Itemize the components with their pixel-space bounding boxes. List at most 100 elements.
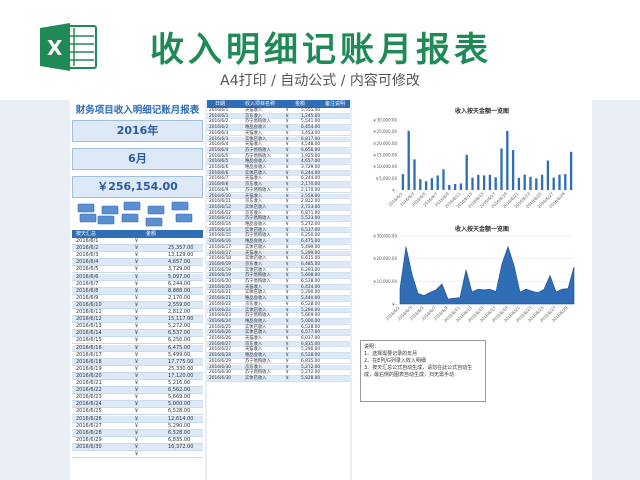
summary-currency: ￥	[134, 337, 140, 344]
summary-amount: 8,888.00	[168, 287, 191, 294]
summary-row: 2016/6/2 ￥ 25,357.00	[72, 245, 203, 253]
bar	[459, 183, 463, 190]
summary-currency: ￥	[134, 301, 140, 308]
summary-row: 2016/6/28 ￥ 6,528.00	[72, 429, 203, 437]
bar	[419, 179, 422, 190]
summary-header: 按天汇总 金额	[72, 230, 203, 238]
summary-row: 2016/6/18 ￥ 17,775.00	[72, 358, 203, 366]
summary-header-amount: 金额	[146, 231, 157, 237]
summary-amount: 5,097.00	[168, 273, 191, 280]
bar	[413, 159, 416, 190]
summary-amount: 6,244.00	[168, 280, 191, 287]
summary-currency: ￥	[134, 238, 140, 244]
total-cell: ￥256,154.00	[72, 176, 203, 198]
area-chart: ￥30,000.00￥20,000.00￥10,000.00￥-2016/6/1…	[373, 234, 575, 323]
summary-amount: 15,117.00	[168, 316, 194, 323]
area-ytick-label: ￥30,000.00	[373, 234, 398, 239]
bar	[424, 181, 428, 190]
summary-row: 2016/6/25 ￥ 6,528.00	[72, 408, 203, 416]
summary-currency: ￥	[134, 259, 140, 266]
year-cell[interactable]: 2016年	[72, 120, 203, 142]
summary-date: 2016/6/13	[76, 323, 102, 330]
summary-amount: 6,475.00	[168, 344, 191, 351]
summary-row: 2016/6/9 ￥ 2,170.00	[72, 295, 203, 302]
bar	[494, 177, 497, 190]
summary-amount: 3,729.00	[168, 266, 191, 273]
summary-currency: ￥	[134, 380, 140, 386]
summary-currency: ￥	[134, 429, 140, 436]
area-ytick-label: ￥20,000.00	[373, 256, 398, 261]
summary-currency: ￥	[134, 394, 140, 401]
summary-row: 2016/6/8 ￥ 8,888.00	[72, 287, 203, 295]
summary-row: 2016/6/20 ￥ 17,120.00	[72, 372, 203, 380]
bar	[448, 184, 451, 190]
summary-currency: ￥	[134, 451, 140, 457]
bar	[442, 169, 445, 190]
summary-row: 2016/6/21 ￥ 5,216.00	[72, 380, 203, 388]
summary-date: 2016/6/25	[76, 408, 102, 415]
summary-panel: 财务项目收入明细记账月报表 2016年 6月 ￥256,154.00 按天汇总 …	[70, 100, 205, 480]
detail-item: 实体店收入	[245, 375, 267, 381]
summary-amount: 2,559.00	[168, 301, 191, 308]
bar	[401, 174, 405, 190]
detail-header-note: 备注说明	[325, 101, 346, 107]
summary-currency: ￥	[134, 365, 140, 372]
page-title: 收入明细记账月报表	[150, 30, 492, 70]
summary-row: 2016/6/30 ￥ 16,372.00	[72, 443, 203, 451]
summary-row: 2016/6/22 ￥ 6,562.00	[72, 387, 203, 395]
summary-date: 2016/6/24	[76, 401, 102, 408]
summary-amount: 6,250.00	[168, 337, 191, 344]
bar	[558, 174, 561, 190]
bar	[529, 176, 532, 190]
summary-amount: 6,835.00	[168, 436, 191, 443]
bar	[569, 151, 573, 190]
summary-amount: 5,290.00	[168, 422, 191, 429]
note-line: 成，最右侧的图表自动生成，扫无需手动	[364, 372, 455, 378]
summary-date: 2016/6/30	[76, 443, 102, 450]
summary-row: 2016/6/29 ￥ 6,835.00	[72, 437, 203, 444]
bar	[436, 175, 439, 190]
summary-currency: ￥	[134, 344, 140, 351]
summary-currency: ￥	[134, 245, 140, 252]
detail-header-date: 日期	[215, 101, 226, 107]
month-cell[interactable]: 6月	[72, 148, 203, 170]
summary-amount: 6,562.00	[168, 387, 191, 394]
excel-icon: X	[40, 23, 97, 71]
summary-row: 2016/6/13 ￥ 5,272.00	[72, 323, 203, 331]
summary-row: 2016/6/10 ￥ 2,559.00	[72, 301, 203, 309]
summary-amount: 12,614.00	[168, 415, 194, 422]
summary-currency: ￥	[134, 330, 140, 337]
summary-row: 2016/6/19 ￥ 25,330.00	[72, 366, 203, 373]
summary-date: 2016/6/16	[76, 344, 102, 351]
bar	[540, 174, 544, 190]
detail-row[interactable]: 2016/6/30 实体店收入 ￥ 5,828.00	[207, 375, 350, 382]
summary-date: 2016/6/14	[76, 330, 102, 337]
charts-panel: 收入按天金额一览图 ￥30,000.00 ￥25,000.00 ￥20,000.00…	[352, 100, 592, 480]
bar	[552, 177, 555, 190]
summary-date: 2016/6/4	[76, 259, 99, 266]
summary-currency: ￥	[134, 323, 140, 330]
summary-date: 2016/6/2	[76, 245, 99, 252]
summary-amount: 4,657.00	[168, 259, 191, 266]
summary-date: 2016/6/20	[76, 372, 102, 379]
summary-date: 2016/6/11	[76, 309, 102, 315]
summary-header-date: 按天汇总	[76, 231, 97, 237]
summary-row: 2016/6/27 ￥ 5,290.00	[72, 423, 203, 430]
summary-date: 2016/6/19	[76, 365, 102, 372]
summary-row: 2016/6/12 ￥ 15,117.00	[72, 316, 203, 324]
summary-currency: ￥	[134, 252, 140, 259]
svg-text:X: X	[47, 36, 63, 60]
summary-currency: ￥	[134, 294, 140, 301]
summary-date: 2016/6/22	[76, 387, 102, 394]
detail-header: 日期 收入项目名称 金额 备注说明	[207, 100, 350, 108]
page-subtitle: A4打印 / 自动公式 / 内容可修改	[220, 73, 420, 89]
summary-row: 2016/6/3 ￥ 13,129.00	[72, 252, 203, 260]
summary-date: 2016/6/7	[76, 280, 99, 287]
summary-row: 2016/6/11 ￥ 2,812.00	[72, 309, 203, 317]
detail-table: 日期 收入项目名称 金额 备注说明 2016/6/1 天猫收入 ￥ 5,555.00 2…	[207, 100, 350, 480]
summary-date: 2016/6/3	[76, 252, 99, 259]
header: X 收入明细记账月报表 A4打印 / 自动公式 / 内容可修改	[0, 0, 640, 100]
summary-date: 2016/6/15	[76, 337, 102, 344]
bar	[546, 160, 550, 190]
note-line: 说明：	[364, 344, 380, 350]
